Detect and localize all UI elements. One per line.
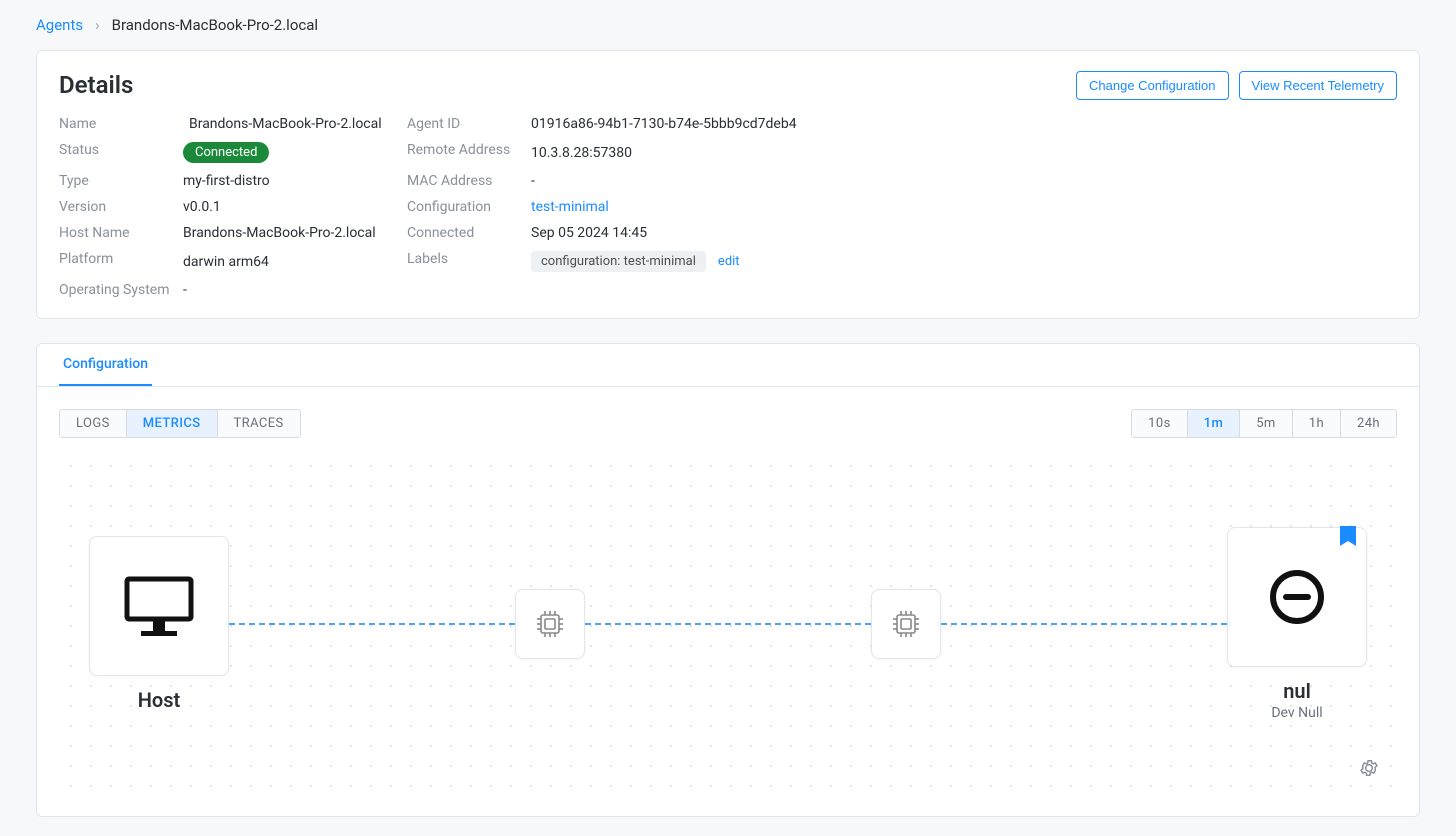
details-card: Details Change Configuration View Recent… xyxy=(36,50,1420,319)
source-node-host[interactable]: Host xyxy=(89,536,229,712)
edit-labels-link[interactable]: edit xyxy=(718,254,740,269)
detail-value: my-first-distro xyxy=(183,173,403,189)
bookmark-icon xyxy=(1340,526,1356,546)
breadcrumb-current: Brandons-MacBook-Pro-2.local xyxy=(112,16,318,34)
data-type-traces[interactable]: TRACES xyxy=(218,410,300,437)
detail-value: 01916a86-94b1-7130-b74e-5bbb9cd7deb4 xyxy=(531,116,1397,132)
time-range-24h[interactable]: 24h xyxy=(1341,410,1396,437)
detail-value: Connected xyxy=(183,142,403,163)
source-node-label: Host xyxy=(138,688,180,712)
detail-label: Remote Address xyxy=(407,142,527,163)
detail-label: Operating System xyxy=(59,282,179,298)
breadcrumb: Agents › Brandons-MacBook-Pro-2.local xyxy=(36,16,1420,34)
cpu-icon xyxy=(889,607,923,641)
time-range-10s[interactable]: 10s xyxy=(1132,410,1188,437)
config-tab-bar: Configuration xyxy=(37,344,1419,387)
detail-value: Brandons-MacBook-Pro-2.local xyxy=(183,116,403,132)
destination-node-sublabel: Dev Null xyxy=(1271,705,1322,721)
detail-label: Labels xyxy=(407,251,527,272)
data-type-logs[interactable]: LOGS xyxy=(60,410,127,437)
processor-node-1[interactable] xyxy=(515,589,585,659)
detail-value: v0.0.1 xyxy=(183,199,403,215)
destination-node-label: nul xyxy=(1283,679,1311,703)
status-badge: Connected xyxy=(183,142,269,163)
time-range-1h[interactable]: 1h xyxy=(1293,410,1341,437)
detail-value: 10.3.8.28:57380 xyxy=(531,142,1397,163)
configuration-link[interactable]: test-minimal xyxy=(531,199,609,215)
detail-label: Platform xyxy=(59,251,179,272)
details-title: Details xyxy=(59,71,133,99)
processor-node-2[interactable] xyxy=(871,589,941,659)
time-range-5m[interactable]: 5m xyxy=(1240,410,1293,437)
detail-value: darwin arm64 xyxy=(183,251,403,272)
null-circle-icon xyxy=(1268,568,1326,626)
destination-node-null[interactable]: nul Dev Null xyxy=(1227,527,1367,721)
detail-label: MAC Address xyxy=(407,173,527,189)
detail-label: Name xyxy=(59,116,179,132)
pipeline-settings-button[interactable] xyxy=(1359,758,1379,778)
detail-label: Version xyxy=(59,199,179,215)
change-configuration-button[interactable]: Change Configuration xyxy=(1076,71,1228,100)
detail-label: Type xyxy=(59,173,179,189)
detail-value: configuration: test-minimal edit xyxy=(531,251,1397,272)
time-range-1m[interactable]: 1m xyxy=(1188,410,1241,437)
detail-label: Configuration xyxy=(407,199,527,215)
detail-label: Status xyxy=(59,142,179,163)
time-range-selector: 10s1m5m1h24h xyxy=(1131,409,1397,438)
connector-line xyxy=(585,623,871,625)
view-recent-telemetry-button[interactable]: View Recent Telemetry xyxy=(1239,71,1397,100)
configuration-card: Configuration LOGSMETRICSTRACES 10s1m5m1… xyxy=(36,343,1420,817)
detail-value: - xyxy=(183,282,403,298)
breadcrumb-root-link[interactable]: Agents xyxy=(36,16,83,34)
data-type-metrics[interactable]: METRICS xyxy=(127,410,218,437)
detail-label xyxy=(407,282,527,298)
detail-value: test-minimal xyxy=(531,199,1397,215)
detail-label: Agent ID xyxy=(407,116,527,132)
chevron-right-icon: › xyxy=(95,16,100,34)
monitor-icon xyxy=(123,575,195,637)
gear-icon xyxy=(1359,758,1379,778)
tab-configuration[interactable]: Configuration xyxy=(59,344,152,386)
detail-value: Brandons-MacBook-Pro-2.local xyxy=(183,225,403,241)
cpu-icon xyxy=(533,607,567,641)
label-chip: configuration: test-minimal xyxy=(531,251,706,272)
pipeline-canvas: Host xyxy=(59,454,1397,794)
detail-value: Sep 05 2024 14:45 xyxy=(531,225,1397,241)
detail-value: - xyxy=(531,173,1397,189)
detail-label: Connected xyxy=(407,225,527,241)
detail-value xyxy=(531,282,1397,298)
data-type-selector: LOGSMETRICSTRACES xyxy=(59,409,301,438)
connector-line xyxy=(229,623,515,625)
detail-label: Host Name xyxy=(59,225,179,241)
connector-line xyxy=(941,623,1227,625)
